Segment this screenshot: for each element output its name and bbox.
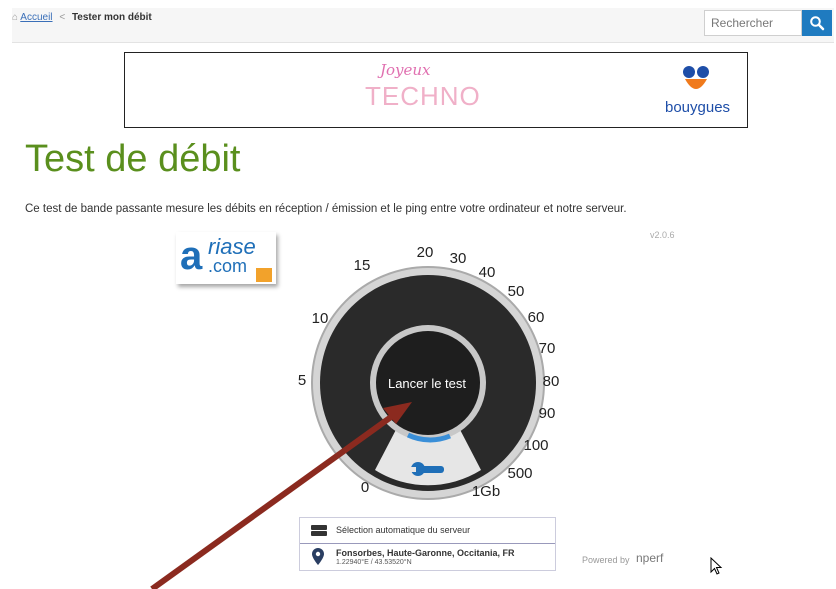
ariase-logo-a: a (180, 234, 203, 278)
breadcrumb: ⌂ Accueil < Tester mon débit (12, 12, 152, 23)
ariase-logo-com: .com (208, 256, 248, 276)
search-button[interactable] (802, 10, 832, 36)
version-label: v2.0.6 (650, 230, 675, 240)
settings-wrench-icon[interactable] (410, 454, 450, 484)
gauge-label-15: 15 (354, 257, 371, 274)
ariase-logo-corner (256, 268, 272, 282)
gauge-label-90: 90 (539, 405, 556, 422)
search-input[interactable]: Rechercher (704, 10, 802, 36)
server-panel[interactable]: Sélection automatique du serveur Fonsorb… (299, 517, 556, 571)
powered-by-label: Powered by (582, 555, 630, 565)
gauge-label-10: 10 (312, 310, 329, 327)
gauge-label-20: 20 (417, 244, 434, 261)
banner-techno-text: TECHNO (365, 81, 481, 111)
gauge-label-60: 60 (528, 309, 545, 326)
banner-festive-text: Joyeux (380, 61, 431, 79)
map-pin-icon (312, 548, 324, 565)
ad-banner[interactable]: Joyeux TECHNO bouygues (124, 52, 748, 128)
server-auto-row[interactable]: Sélection automatique du serveur (300, 518, 555, 544)
gauge-label-40: 40 (479, 264, 496, 281)
gauge-label-0: 0 (361, 479, 369, 496)
gauge-label-100: 100 (523, 437, 548, 454)
mouse-cursor-icon (710, 557, 723, 575)
banner-brand: bouygues (665, 99, 731, 116)
gauge-label-80: 80 (543, 373, 560, 390)
server-auto-label: Sélection automatique du serveur (336, 525, 471, 535)
nperf-logo[interactable]: nperf (636, 551, 663, 565)
gauge-label-500: 500 (507, 465, 532, 482)
gauge-label-30: 30 (450, 250, 467, 267)
launch-test-button[interactable]: Lancer le test (368, 363, 486, 403)
bouygues-logo-icon (683, 66, 709, 89)
gauge-label-1Gb: 1Gb (472, 483, 500, 500)
server-location: Fonsorbes, Haute-Garonne, Occitania, FR (336, 548, 515, 558)
home-icon: ⌂ (12, 12, 19, 23)
page-description: Ce test de bande passante mesure les déb… (25, 203, 627, 215)
breadcrumb-current: Tester mon débit (71, 12, 152, 23)
server-coordinates: 1.22940°E / 43.53520°N (336, 559, 412, 566)
breadcrumb-home-link[interactable]: Accueil (20, 12, 52, 23)
gauge-label-5: 5 (298, 372, 306, 389)
page-title: Test de débit (25, 138, 241, 180)
search-icon (810, 16, 825, 31)
gauge-label-70: 70 (539, 340, 556, 357)
server-icon (311, 525, 327, 536)
ariase-logo[interactable]: a riase .com (176, 232, 276, 284)
server-location-row: Fonsorbes, Haute-Garonne, Occitania, FR … (300, 544, 555, 570)
gauge-label-50: 50 (508, 283, 525, 300)
breadcrumb-separator: < (59, 12, 66, 23)
